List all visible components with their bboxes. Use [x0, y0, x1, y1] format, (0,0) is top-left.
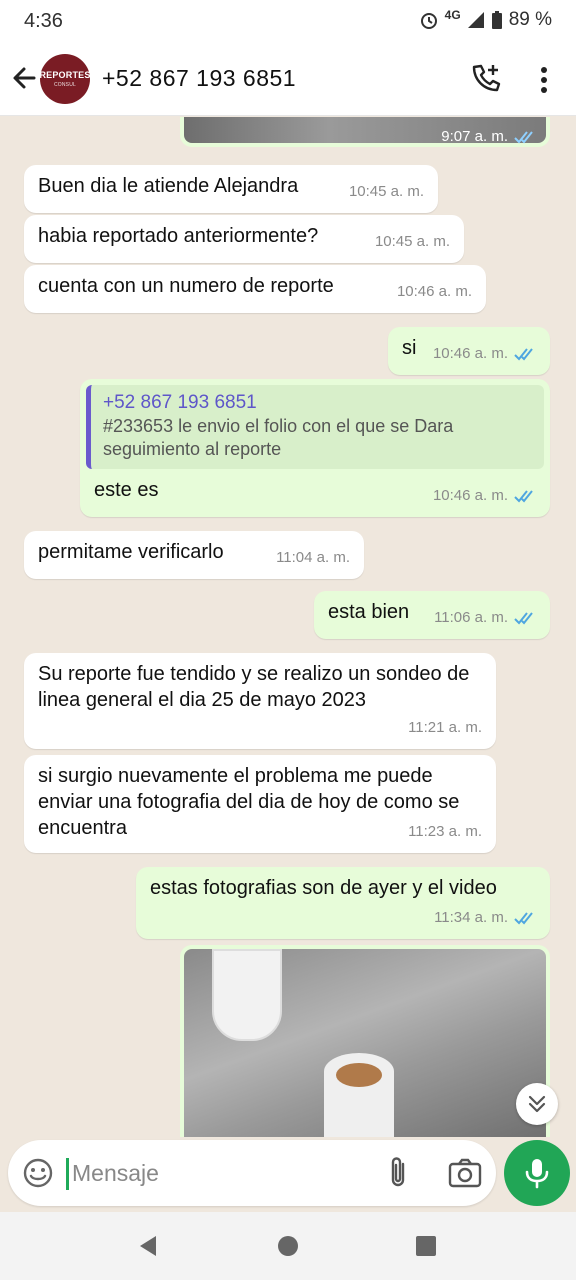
message-photo[interactable] — [184, 949, 546, 1137]
photo-bucket — [324, 1053, 394, 1137]
message-text: Su reporte fue tendido y se realizo un s… — [38, 663, 470, 711]
incoming-message[interactable]: cuenta con un numero de reporte 10:46 a.… — [24, 265, 486, 313]
double-chevron-down-icon — [528, 1095, 546, 1113]
network-label: 4G — [444, 8, 461, 22]
read-ticks-icon — [514, 612, 533, 625]
alarm-icon — [420, 13, 437, 29]
incoming-message[interactable]: Su reporte fue tendido y se realizo un s… — [24, 653, 496, 749]
outgoing-reply-message[interactable]: +52 867 193 6851 #233653 le envio el fol… — [80, 379, 550, 517]
message-text: estas fotografias son de ayer y el video — [150, 877, 497, 899]
more-options-icon[interactable] — [532, 64, 556, 96]
attach-icon[interactable] — [384, 1156, 412, 1190]
emoji-icon[interactable] — [22, 1157, 54, 1189]
add-call-icon[interactable] — [468, 62, 502, 96]
read-ticks-icon — [514, 912, 533, 925]
incoming-message[interactable]: si surgio nuevamente el problema me pued… — [24, 755, 496, 853]
message-meta: 11:06 a. m. — [434, 605, 536, 631]
contact-name[interactable]: +52 867 193 6851 — [102, 65, 296, 92]
quoted-message[interactable]: +52 867 193 6851 #233653 le envio el fol… — [86, 385, 544, 469]
message-meta: 9:07 a. m. — [441, 128, 536, 145]
chat-header: REPORTES CONSUL +52 867 193 6851 — [0, 42, 576, 116]
back-arrow-icon[interactable] — [8, 58, 42, 98]
message-input[interactable] — [72, 1156, 372, 1190]
incoming-message[interactable]: permitame verificarlo 11:04 a. m. — [24, 531, 364, 579]
voice-message-button[interactable] — [504, 1140, 570, 1206]
quoted-text: #233653 le envio el folio con el que se … — [103, 416, 454, 459]
incoming-message[interactable]: habia reportado anteriormente? 10:45 a. … — [24, 215, 464, 263]
message-time: 10:46 a. m. — [396, 283, 472, 300]
chat-area: 9:07 a. m. Buen dia le atiende Alejandra… — [0, 117, 576, 1137]
status-icons: 4G 89 % — [419, 8, 552, 31]
image-message[interactable] — [180, 945, 550, 1137]
battery-icon — [491, 11, 502, 29]
message-composer — [8, 1140, 496, 1206]
message-time: 10:46 a. m. — [432, 487, 508, 504]
message-meta: 11:34 a. m. — [434, 905, 536, 931]
status-time: 4:36 — [24, 10, 63, 32]
avatar-label: REPORTES — [39, 70, 91, 80]
avatar[interactable]: REPORTES CONSUL — [39, 54, 91, 104]
message-time: 11:34 a. m. — [434, 909, 508, 926]
nav-recents-icon[interactable] — [414, 1234, 438, 1258]
message-time: 11:23 a. m. — [408, 823, 482, 840]
nav-home-icon[interactable] — [276, 1234, 300, 1258]
message-meta: 10:46 a. m. — [433, 341, 536, 367]
message-time: 10:45 a. m. — [374, 233, 450, 250]
scroll-to-bottom-button[interactable] — [516, 1083, 558, 1125]
text-cursor — [66, 1158, 69, 1190]
avatar-sub: CONSUL — [53, 82, 77, 88]
system-nav-bar — [0, 1212, 576, 1280]
outgoing-message[interactable]: estas fotografias son de ayer y el video… — [136, 867, 550, 939]
read-ticks-icon — [514, 348, 533, 361]
camera-icon[interactable] — [448, 1158, 482, 1188]
photo-shoe — [212, 949, 282, 1041]
message-time: 11:06 a. m. — [434, 609, 508, 626]
quoted-sender: +52 867 193 6851 — [103, 392, 257, 413]
image-message[interactable]: 9:07 a. m. — [180, 117, 550, 147]
message-time: 9:07 a. m. — [441, 128, 508, 145]
nav-back-icon[interactable] — [136, 1234, 160, 1258]
read-ticks-icon — [514, 130, 533, 143]
message-time: 10:46 a. m. — [432, 345, 508, 362]
signal-icon — [467, 12, 484, 28]
read-ticks-icon — [514, 490, 533, 503]
message-meta: 10:46 a. m. — [433, 483, 536, 509]
status-bar: 4:36 4G 89 % — [0, 0, 576, 42]
outgoing-message[interactable]: si 10:46 a. m. — [388, 327, 550, 375]
message-time: 11:04 a. m. — [276, 549, 350, 566]
microphone-icon — [525, 1159, 549, 1189]
battery-percent: 89 % — [508, 9, 552, 30]
incoming-message[interactable]: Buen dia le atiende Alejandra 10:45 a. m… — [24, 165, 438, 213]
message-time: 11:21 a. m. — [408, 719, 482, 736]
outgoing-message[interactable]: esta bien 11:06 a. m. — [314, 591, 550, 639]
message-time: 10:45 a. m. — [348, 183, 424, 200]
